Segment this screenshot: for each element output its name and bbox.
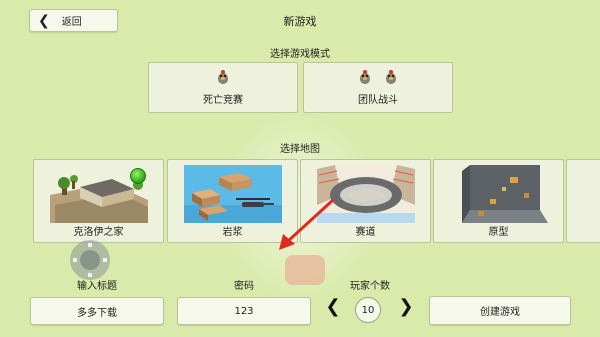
map-card-partial[interactable] <box>566 159 600 243</box>
player-count: 10 <box>355 297 381 323</box>
players-label: 玩家个数 <box>350 281 390 292</box>
mode-label: 团队战斗 <box>358 95 398 106</box>
title-label: 输入标题 <box>77 281 117 292</box>
decrease-players-button[interactable]: ❮ <box>325 297 341 317</box>
password-input[interactable]: 123 <box>177 297 311 325</box>
selected-indicator-icon <box>130 168 146 184</box>
mode-card-team-battle[interactable]: 团队战斗 <box>303 62 453 113</box>
map-card-chloe-house[interactable]: 克洛伊之家 <box>33 159 164 243</box>
title-input[interactable]: 多多下载 <box>30 297 164 325</box>
map-card-prototype[interactable]: 原型 <box>433 159 564 243</box>
increase-players-button[interactable]: ❯ <box>398 297 414 317</box>
joystick-icon[interactable] <box>70 240 110 280</box>
chicken-icon <box>216 70 230 85</box>
page-title: 新游戏 <box>283 15 317 28</box>
mode-icons <box>358 70 398 85</box>
map-label: 克洛伊之家 <box>73 227 124 238</box>
chevron-left-icon: ❮ <box>325 296 341 317</box>
mode-card-deathmatch[interactable]: 死亡竞赛 <box>148 62 298 113</box>
map-thumbnail <box>50 165 148 223</box>
map-heading: 选择地图 <box>280 144 320 155</box>
map-label: 原型 <box>488 227 509 238</box>
mode-label: 死亡竞赛 <box>203 95 243 106</box>
create-game-button[interactable]: 创建游戏 <box>429 296 571 325</box>
chicken-icon <box>358 70 372 85</box>
password-label: 密码 <box>234 281 254 292</box>
mode-icons <box>216 70 230 85</box>
map-thumbnail <box>450 165 548 223</box>
mode-heading: 选择游戏模式 <box>270 49 330 60</box>
chicken-icon <box>384 70 398 85</box>
chevron-right-icon: ❯ <box>398 296 414 317</box>
arrow-icon <box>279 198 335 250</box>
